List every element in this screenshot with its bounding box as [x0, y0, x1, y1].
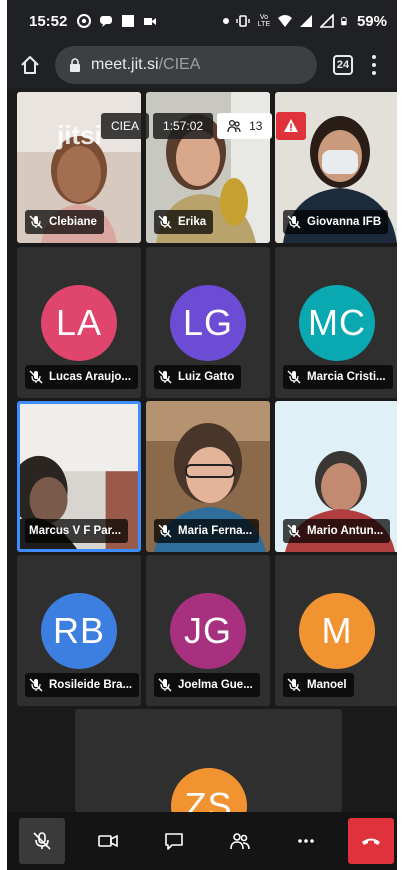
- participants-button[interactable]: [217, 818, 263, 864]
- mic-muted-icon: [158, 370, 172, 384]
- participant-tile[interactable]: M Manoel: [275, 555, 397, 706]
- participant-name-label: Giovanna IFB: [283, 210, 389, 234]
- jitsi-watermark: jitsi: [57, 120, 102, 150]
- participant-name: Marcia Cristi...: [307, 371, 386, 383]
- video-notification-icon: [144, 18, 157, 25]
- participant-tile[interactable]: ZS: [75, 709, 342, 812]
- alert-button[interactable]: [276, 112, 307, 140]
- participant-name-label: Manoel: [283, 673, 354, 697]
- participant-avatar: LA: [41, 284, 117, 361]
- participant-grid: jitsi Clebiane Erika Giovanna IFB LA Luc…: [7, 92, 397, 812]
- tab-switcher-button[interactable]: 24: [333, 55, 353, 75]
- participant-name: Giovanna IFB: [307, 216, 382, 228]
- chrome-icon: [77, 14, 92, 28]
- participant-count-button[interactable]: 13: [217, 113, 273, 139]
- participant-tile[interactable]: LA Lucas Araujo...: [17, 247, 141, 398]
- volte-label: Vo LTE: [257, 14, 271, 28]
- participants-icon: [230, 833, 250, 850]
- signal-icon-2: [319, 14, 334, 28]
- url-path: /CIEA: [158, 56, 201, 73]
- participant-avatar: M: [299, 592, 375, 669]
- participant-tile[interactable]: MC Marcia Cristi...: [275, 247, 397, 398]
- status-bar: 15:52 Vo LTE 59%: [7, 0, 397, 42]
- toggle-camera-button[interactable]: [85, 818, 131, 864]
- battery-icon: [341, 16, 347, 26]
- battery-level: 59%: [356, 12, 387, 30]
- participant-name-label: Luiz Gatto: [154, 365, 242, 389]
- chat-button[interactable]: [151, 818, 197, 864]
- participant-name: Mario Antun...: [307, 525, 384, 537]
- participant-name: Marcus V F Par...: [29, 525, 122, 537]
- participant-name: Rosileide Bra...: [49, 679, 133, 691]
- participant-name: Manoel: [307, 679, 347, 691]
- browser-menu-button[interactable]: [371, 55, 377, 75]
- room-name: CIEA: [101, 113, 150, 139]
- participant-name: Erika: [178, 216, 207, 228]
- participant-count: 13: [249, 119, 263, 133]
- mic-muted-icon: [287, 524, 301, 538]
- participant-avatar: RB: [41, 592, 117, 669]
- participant-name: Lucas Araujo...: [49, 371, 132, 383]
- mic-muted-icon: [29, 215, 43, 229]
- conference-timer: 1:57:02: [153, 113, 214, 139]
- participant-name-label: Mario Antun...: [283, 519, 391, 543]
- participant-name-label: Maria Ferna...: [154, 519, 260, 543]
- mic-off-icon: [33, 832, 51, 850]
- phone-screen: 15:52 Vo LTE 59% meet.jit.si/CIEA 24 jit…: [7, 0, 397, 870]
- browser-toolbar: meet.jit.si/CIEA 24: [7, 42, 397, 88]
- participant-tile[interactable]: JG Joelma Gue...: [146, 555, 270, 706]
- square-notification-icon: [122, 15, 135, 27]
- hangup-icon: [362, 838, 380, 845]
- participant-tile[interactable]: RB Rosileide Bra...: [17, 555, 141, 706]
- participant-name-label: Marcus V F Par...: [25, 519, 129, 543]
- notification-dot-icon: [222, 18, 229, 24]
- mic-muted-icon: [158, 215, 172, 229]
- mic-muted-icon: [158, 524, 172, 538]
- participant-name-label: Rosileide Bra...: [25, 673, 140, 697]
- participant-tile[interactable]: LG Luiz Gatto: [146, 247, 270, 398]
- wifi-icon: [277, 15, 292, 27]
- more-options-button[interactable]: [283, 818, 329, 864]
- participants-icon: [227, 119, 241, 133]
- mic-muted-icon: [287, 370, 301, 384]
- mic-muted-icon: [29, 370, 43, 384]
- mute-audio-button[interactable]: [19, 818, 65, 864]
- url-host: meet.jit.si: [91, 56, 159, 73]
- participant-avatar: MC: [299, 284, 375, 361]
- vibrate-icon: [236, 15, 250, 27]
- participant-name-label: Lucas Araujo...: [25, 365, 139, 389]
- mic-muted-icon: [287, 215, 301, 229]
- participant-avatar: JG: [170, 592, 246, 669]
- hangup-button[interactable]: [348, 818, 394, 864]
- status-time: 15:52: [29, 12, 68, 30]
- mic-muted-icon: [29, 678, 43, 692]
- address-bar[interactable]: meet.jit.si/CIEA: [55, 46, 317, 84]
- chat-notification-icon: [100, 16, 113, 27]
- participant-name-label: Marcia Cristi...: [283, 365, 393, 389]
- camera-icon: [98, 834, 118, 848]
- participant-name: Joelma Gue...: [178, 679, 253, 691]
- chat-icon: [165, 833, 183, 850]
- participant-name: Clebiane: [49, 216, 97, 228]
- participant-name-label: Joelma Gue...: [154, 673, 260, 697]
- participant-avatar: ZS: [170, 768, 247, 812]
- signal-icon: [299, 15, 312, 27]
- participant-name-label: Erika: [154, 210, 214, 234]
- mic-muted-icon: [287, 678, 301, 692]
- more-icon: [298, 839, 314, 843]
- participant-tile-active-speaker[interactable]: Marcus V F Par...: [17, 401, 141, 552]
- participant-tile[interactable]: Maria Ferna...: [146, 401, 270, 552]
- participant-name: Maria Ferna...: [178, 525, 253, 537]
- conference-info-bar: CIEA 1:57:02 13: [101, 112, 307, 140]
- home-icon[interactable]: [19, 54, 41, 76]
- participant-tile[interactable]: Mario Antun...: [275, 401, 397, 552]
- warning-icon: [284, 119, 299, 132]
- participant-name: Luiz Gatto: [178, 371, 235, 383]
- lock-icon: [70, 58, 80, 72]
- meeting-toolbar: [7, 812, 397, 870]
- mic-muted-icon: [158, 678, 172, 692]
- participant-avatar: LG: [170, 284, 246, 361]
- participant-name-label: Clebiane: [25, 210, 104, 234]
